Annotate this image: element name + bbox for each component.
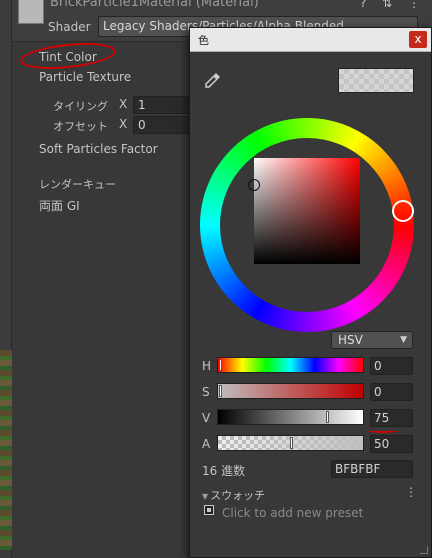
tiling-x-field[interactable]: 1: [133, 96, 193, 114]
eyedropper-icon[interactable]: [204, 71, 222, 89]
material-thumbnail: [18, 0, 44, 24]
saturation-value-square[interactable]: [254, 158, 360, 264]
material-title: BrickParticle1Material (Material): [50, 0, 259, 10]
s-value-field[interactable]: 0: [370, 383, 413, 401]
scene-edge-strip: [0, 0, 12, 558]
color-picker-titlebar[interactable]: 色 x: [190, 28, 431, 52]
kebab-menu-icon[interactable]: ⋮: [405, 485, 417, 499]
add-preset-button[interactable]: Click to add new preset: [222, 506, 363, 520]
hue-slider-knob[interactable]: [219, 359, 222, 371]
h-value-field[interactable]: 0: [370, 357, 413, 375]
color-mode-value: HSV: [338, 333, 363, 347]
offset-x-label: X: [119, 117, 128, 131]
h-label: H: [202, 359, 212, 373]
a-value-field[interactable]: 50: [370, 435, 413, 453]
color-mode-dropdown[interactable]: HSV ▼: [331, 331, 413, 349]
shader-label: Shader: [48, 20, 91, 34]
resize-grip-icon[interactable]: [420, 546, 428, 554]
offset-x-field[interactable]: 0: [133, 116, 193, 134]
s-label: S: [202, 385, 210, 399]
sv-handle[interactable]: [248, 179, 260, 191]
double-sided-gi-label: 両面 GI: [39, 199, 80, 213]
alpha-slider-knob[interactable]: [290, 437, 293, 449]
swatches-header[interactable]: ▼ スウォッチ: [202, 487, 265, 503]
color-picker-window: 色 x HSV ▼ H 0 S 0 V 75 A 50 16 進数 BFBFBF…: [189, 27, 432, 558]
value-slider-knob[interactable]: [326, 411, 329, 423]
red-underline-annotation: [368, 428, 398, 433]
alpha-slider[interactable]: [217, 435, 364, 451]
a-label: A: [202, 437, 211, 451]
render-queue-label: レンダーキュー: [39, 178, 116, 191]
tint-color-label[interactable]: Tint Color: [39, 50, 97, 64]
hex-label: 16 進数: [202, 464, 246, 478]
soft-particles-label: Soft Particles Factor: [39, 142, 158, 156]
header-icons[interactable]: ? ⇅ ⋮: [360, 0, 426, 10]
saturation-slider[interactable]: [217, 383, 364, 399]
tiling-x-label: X: [119, 97, 128, 111]
saturation-slider-knob[interactable]: [219, 385, 222, 397]
hue-slider[interactable]: [217, 357, 364, 373]
v-label: V: [202, 411, 211, 425]
scene-texture-preview: [0, 350, 12, 550]
particle-texture-label: Particle Texture: [39, 70, 132, 84]
color-picker-title: 色: [198, 34, 209, 47]
chevron-down-icon: ▼: [400, 335, 407, 345]
hue-handle[interactable]: [392, 200, 414, 222]
offset-label: オフセット: [53, 120, 108, 133]
foldout-triangle-icon: ▼: [202, 492, 209, 501]
close-button[interactable]: x: [409, 31, 427, 48]
tiling-label: タイリング: [53, 100, 108, 113]
v-value-field[interactable]: 75: [370, 409, 413, 427]
swatches-label: スウォッチ: [210, 489, 266, 502]
preset-library-icon[interactable]: [204, 505, 214, 515]
value-slider[interactable]: [217, 409, 364, 425]
hex-field[interactable]: BFBFBF: [331, 460, 413, 478]
current-color-preview: [338, 68, 414, 93]
